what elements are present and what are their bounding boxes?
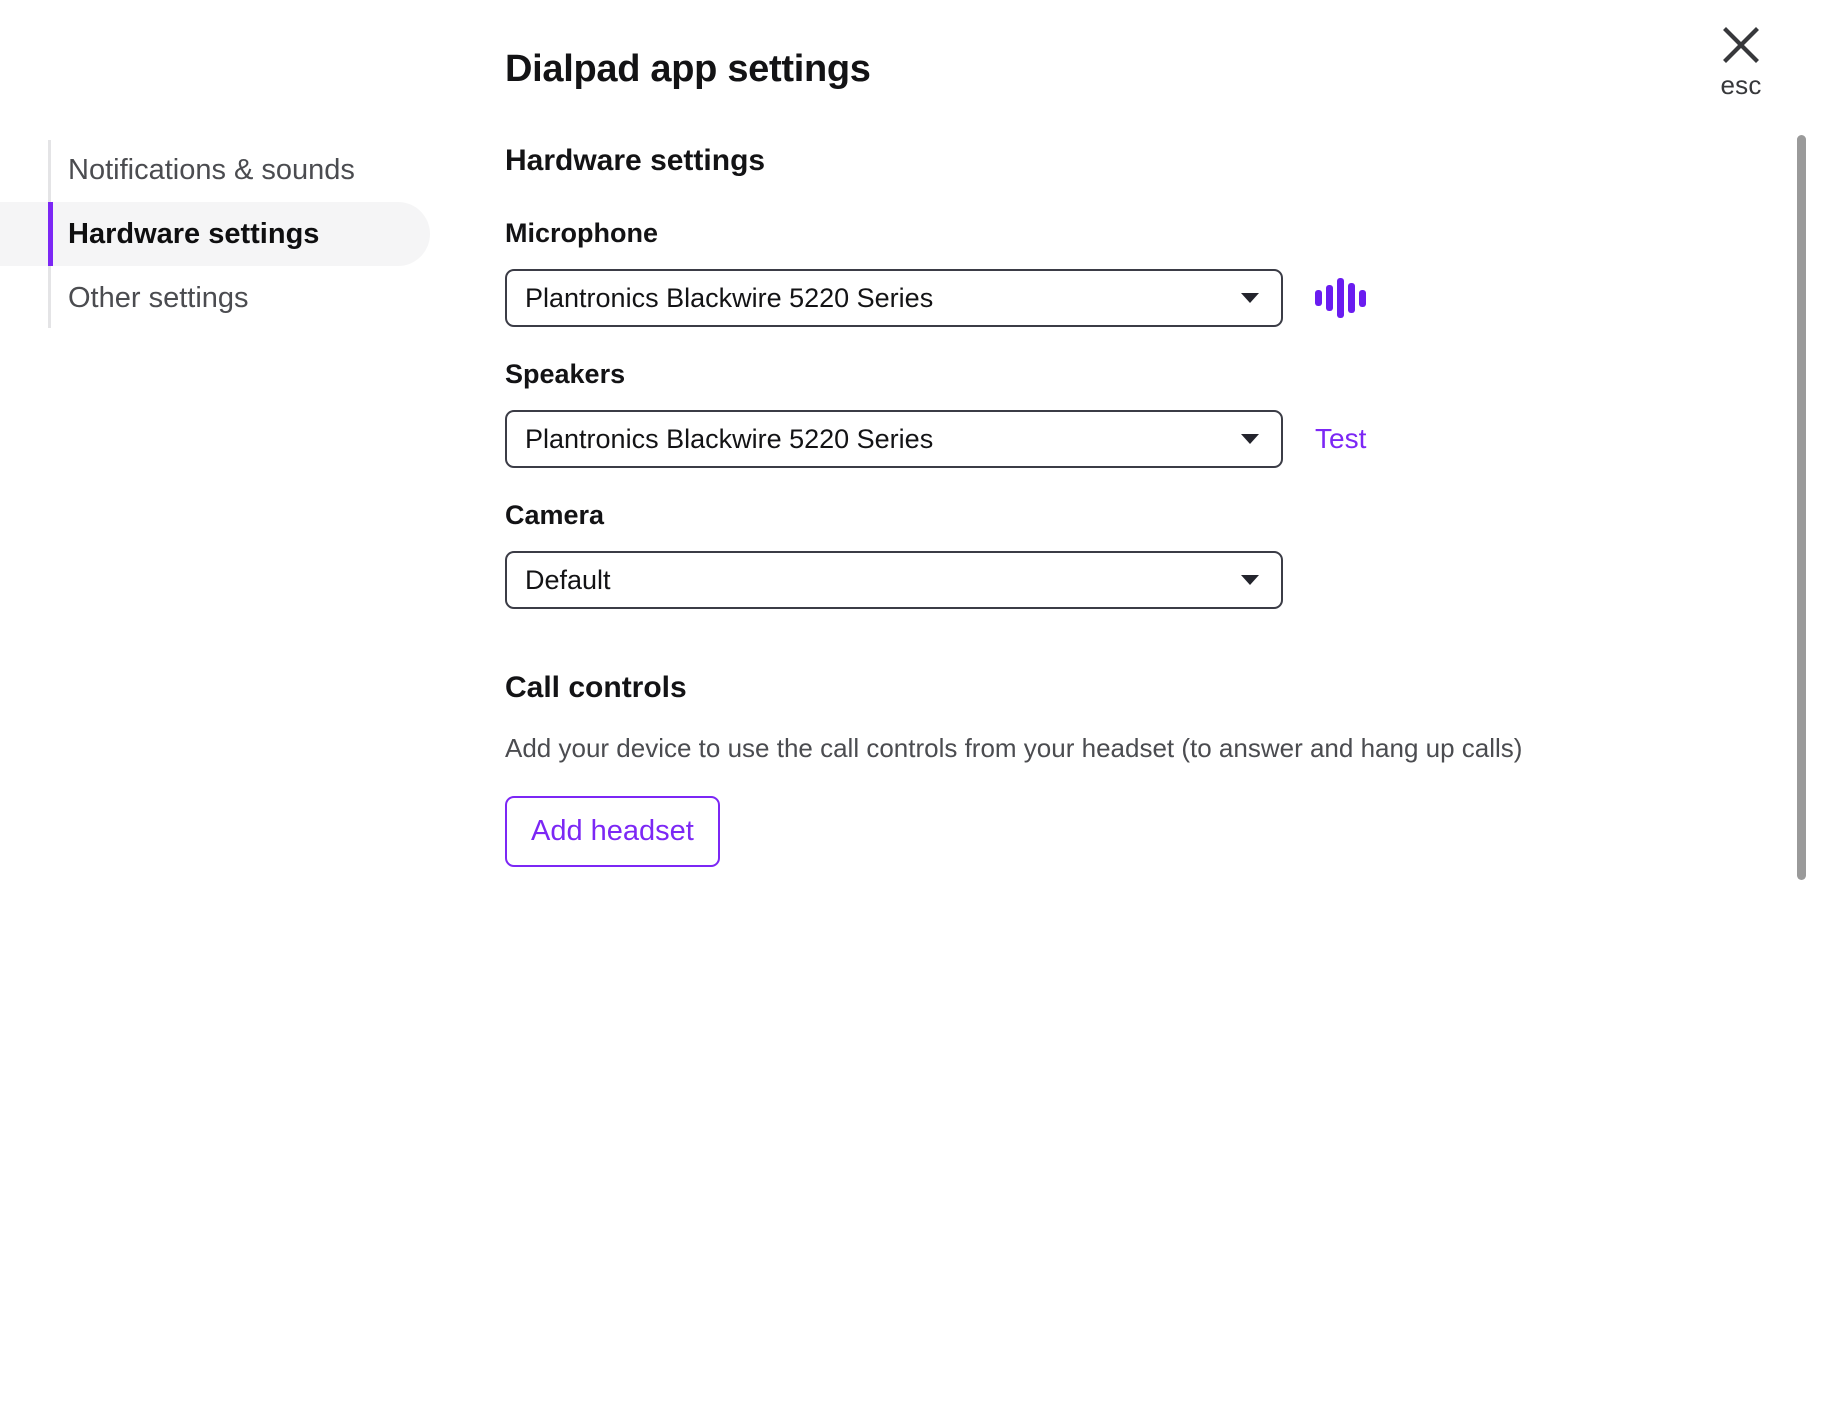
microphone-select-value: Plantronics Blackwire 5220 Series — [525, 285, 933, 312]
chevron-down-icon — [1241, 434, 1259, 444]
sidebar-item-hardware-settings[interactable]: Hardware settings — [0, 202, 430, 266]
speakers-select-value: Plantronics Blackwire 5220 Series — [525, 426, 933, 453]
call-controls-heading: Call controls — [505, 673, 1768, 703]
microphone-label: Microphone — [505, 220, 1768, 247]
camera-select[interactable]: Default — [505, 551, 1283, 609]
page-title: Dialpad app settings — [505, 50, 1768, 88]
content-scrollbar[interactable] — [1794, 130, 1808, 1388]
chevron-down-icon — [1241, 575, 1259, 585]
sidebar-item-other-settings[interactable]: Other settings — [0, 266, 430, 330]
camera-select-value: Default — [525, 567, 611, 594]
call-controls-section: Call controls Add your device to use the… — [505, 673, 1768, 867]
speakers-label: Speakers — [505, 361, 1768, 388]
settings-sidebar: Notifications & sounds Hardware settings… — [0, 138, 430, 330]
camera-label: Camera — [505, 502, 1768, 529]
sidebar-item-label: Notifications & sounds — [68, 156, 355, 185]
add-headset-button[interactable]: Add headset — [505, 796, 720, 867]
speakers-row: Plantronics Blackwire 5220 Series Test — [505, 410, 1768, 468]
audio-level-meter-icon — [1315, 278, 1366, 318]
sidebar-item-label: Other settings — [68, 284, 249, 313]
microphone-select[interactable]: Plantronics Blackwire 5220 Series — [505, 269, 1283, 327]
scrollbar-thumb[interactable] — [1797, 135, 1806, 880]
chevron-down-icon — [1241, 293, 1259, 303]
settings-content: Dialpad app settings Hardware settings M… — [505, 50, 1768, 867]
sidebar-list: Notifications & sounds Hardware settings… — [0, 138, 430, 330]
test-speakers-link[interactable]: Test — [1315, 425, 1366, 453]
sidebar-item-label: Hardware settings — [68, 220, 319, 249]
microphone-row: Plantronics Blackwire 5220 Series — [505, 269, 1768, 327]
section-heading-hardware-settings: Hardware settings — [505, 146, 1768, 176]
call-controls-description: Add your device to use the call controls… — [505, 733, 1768, 764]
camera-row: Default — [505, 551, 1768, 609]
settings-modal: esc Notifications & sounds Hardware sett… — [0, 0, 1828, 1410]
speakers-select[interactable]: Plantronics Blackwire 5220 Series — [505, 410, 1283, 468]
sidebar-item-notifications-and-sounds[interactable]: Notifications & sounds — [0, 138, 430, 202]
